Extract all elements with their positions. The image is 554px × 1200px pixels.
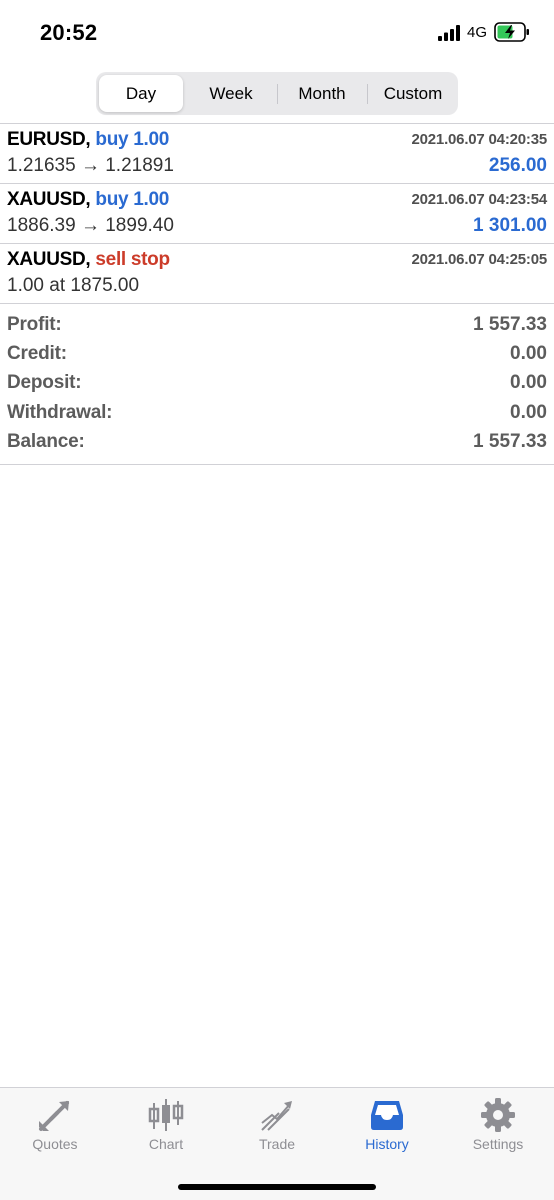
summary-value: 1 557.33 [473, 314, 547, 335]
order-prices: 1.00 at 1875.00 [7, 275, 140, 296]
tab-settings[interactable]: Settings [443, 1088, 553, 1168]
order-title: XAUUSD, sell stop [7, 249, 170, 271]
quotes-icon [39, 1101, 69, 1131]
order-row[interactable]: XAUUSD, sell stop 2021.06.07 04:25:05 1.… [0, 244, 554, 304]
deal-profit: 1 301.00 [473, 215, 547, 236]
deal-action: buy 1.00 [95, 129, 170, 150]
tab-day[interactable]: Day [99, 75, 183, 112]
summary-row-deposit: Deposit: 0.00 [0, 368, 554, 397]
period-selector: Day Week Month Custom [96, 72, 458, 115]
summary-row-balance: Balance: 1 557.33 [0, 427, 554, 456]
summary-row-profit: Profit: 1 557.33 [0, 310, 554, 339]
deal-prices: 1.21635 → 1.21891 [7, 155, 174, 176]
status-time: 20:52 [40, 20, 98, 45]
order-action: sell stop [95, 249, 170, 270]
summary-row-credit: Credit: 0.00 [0, 339, 554, 368]
battery-charging-icon [494, 22, 529, 42]
deal-symbol: XAUUSD, [7, 189, 91, 210]
summary-value: 0.00 [510, 372, 547, 393]
signal-strength-icon [438, 25, 460, 41]
deal-profit: 256.00 [488, 155, 547, 176]
history-icon [371, 1101, 403, 1130]
status-bar: 20:52 4G [0, 0, 554, 66]
tab-label: History [365, 1136, 409, 1152]
tab-label: Quotes [32, 1136, 78, 1152]
summary-value: 1 557.33 [473, 431, 547, 452]
deal-action: buy 1.00 [95, 189, 170, 210]
deal-symbol: EURUSD, [7, 129, 91, 150]
trade-icon [261, 1101, 292, 1131]
account-summary: Profit: 1 557.33 Credit: 0.00 Deposit: 0… [0, 308, 554, 465]
bottom-tab-bar: Quotes Chart Trade History Settings [0, 1087, 554, 1200]
summary-value: 0.00 [510, 402, 547, 423]
deal-title: EURUSD, buy 1.00 [7, 129, 169, 151]
summary-label: Deposit: [7, 372, 82, 393]
deal-time: 2021.06.07 04:20:35 [411, 131, 548, 148]
deal-title: XAUUSD, buy 1.00 [7, 189, 169, 211]
summary-row-withdrawal: Withdrawal: 0.00 [0, 398, 554, 427]
summary-label: Withdrawal: [7, 402, 113, 423]
tab-quotes[interactable]: Quotes [0, 1088, 110, 1168]
tab-history[interactable]: History [332, 1088, 442, 1168]
chart-icon [148, 1099, 184, 1131]
tab-label: Trade [258, 1136, 296, 1152]
order-symbol: XAUUSD, [7, 249, 91, 270]
network-type: 4G [467, 24, 488, 41]
tab-week[interactable]: Week [187, 72, 275, 115]
settings-icon [481, 1098, 515, 1132]
tab-trade[interactable]: Trade [222, 1088, 332, 1168]
tab-chart[interactable]: Chart [111, 1088, 221, 1168]
summary-label: Balance: [7, 431, 85, 452]
home-indicator [178, 1184, 376, 1190]
order-time: 2021.06.07 04:25:05 [411, 251, 548, 268]
tab-custom[interactable]: Custom [368, 72, 458, 115]
deal-time: 2021.06.07 04:23:54 [411, 191, 548, 208]
tab-label: Chart [148, 1136, 184, 1152]
deal-row[interactable]: XAUUSD, buy 1.00 2021.06.07 04:23:54 188… [0, 184, 554, 244]
summary-label: Profit: [7, 314, 62, 335]
deal-prices: 1886.39 → 1899.40 [7, 215, 174, 236]
deal-row[interactable]: EURUSD, buy 1.00 2021.06.07 04:20:35 1.2… [0, 124, 554, 184]
tab-label: Settings [472, 1136, 524, 1152]
tab-month[interactable]: Month [278, 72, 366, 115]
summary-label: Credit: [7, 343, 67, 364]
summary-value: 0.00 [510, 343, 547, 364]
